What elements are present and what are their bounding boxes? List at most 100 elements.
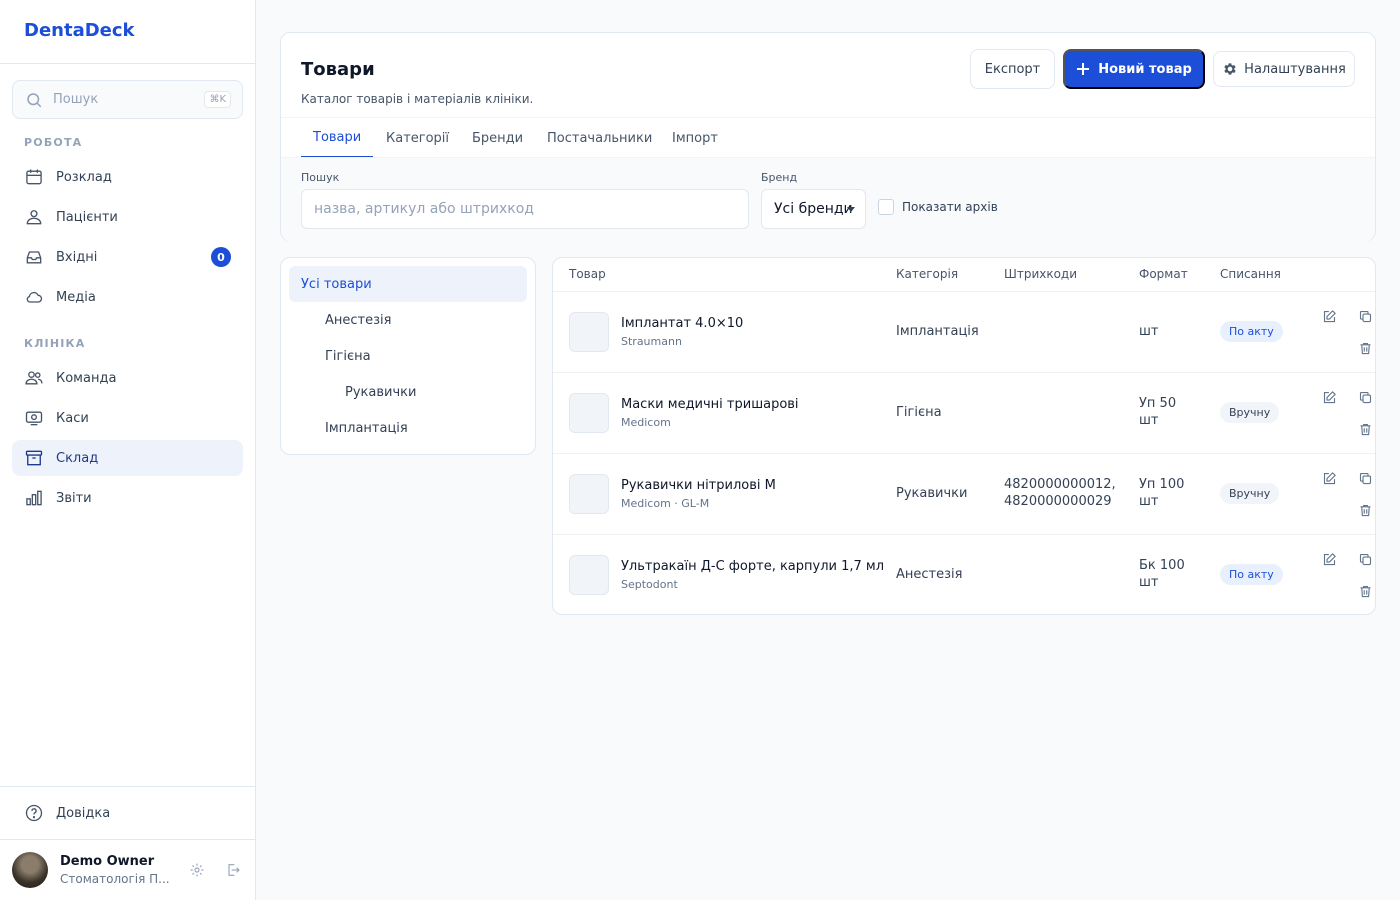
divider [0, 839, 255, 840]
products-table: Товар Категорія Штрихкоди Формат Списанн… [552, 257, 1376, 615]
archive-checkbox[interactable] [878, 199, 894, 215]
product-name: Рукавички нітрилові M [621, 478, 776, 493]
app-logo[interactable]: DentaDeck [0, 0, 255, 64]
trash-icon[interactable] [1356, 420, 1374, 438]
product-format-line-2: шт [1139, 575, 1159, 590]
table-header: Товар Категорія Штрихкоди Формат Списанн… [553, 258, 1375, 291]
product-brand: Medicom [621, 416, 671, 429]
edit-icon[interactable] [1320, 550, 1338, 568]
sidebar-search[interactable]: Пошук ⌘K [12, 80, 243, 119]
sidebar-item-label: Пацієнти [56, 209, 118, 225]
product-search-input[interactable]: назва, артикул або штрихкод [301, 189, 749, 229]
edit-icon[interactable] [1320, 307, 1338, 325]
product-brand: Straumann [621, 335, 682, 348]
edit-icon[interactable] [1320, 388, 1338, 406]
copy-icon[interactable] [1356, 469, 1374, 487]
help-circle-icon [24, 803, 44, 823]
chevron-down-icon [847, 207, 855, 212]
bar-chart-icon [24, 488, 44, 508]
edit-icon[interactable] [1320, 469, 1338, 487]
product-format: Бк 100 шт [1139, 557, 1185, 591]
column-header-product: Товар [569, 267, 606, 281]
sidebar-item-cash[interactable]: Каси [12, 400, 243, 436]
gear-icon[interactable] [187, 860, 207, 880]
trash-icon[interactable] [1356, 582, 1374, 600]
cloud-icon [24, 287, 44, 307]
user-name: Demo Owner [60, 854, 155, 869]
filter-bar: Пошук назва, артикул або штрихкод Бренд … [281, 157, 1375, 241]
new-product-label: Новий товар [1098, 61, 1192, 77]
sidebar-item-label: Звіти [56, 490, 92, 506]
avatar[interactable] [12, 852, 48, 888]
product-category: Рукавички [896, 486, 968, 501]
export-button[interactable]: Експорт [970, 49, 1055, 89]
product-format-line-1: Уп 100 [1139, 477, 1185, 492]
tree-item-anesthesia[interactable]: Анестезія [325, 302, 391, 338]
sidebar-item-help[interactable]: Довідка [12, 795, 243, 831]
product-thumbnail [569, 474, 609, 514]
product-brand: Medicom · GL-M [621, 497, 710, 510]
sidebar-search-placeholder: Пошук [53, 92, 99, 107]
tab-suppliers[interactable]: Постачальники [547, 118, 652, 158]
table-row[interactable]: Маски медичні тришарові Medicom Гігієна … [553, 372, 1375, 453]
tree-item-hygiene[interactable]: Гігієна [325, 338, 371, 374]
tab-products[interactable]: Товари [301, 118, 374, 158]
tree-item-implantation[interactable]: Імплантація [325, 410, 408, 446]
sidebar-item-label: Каси [56, 410, 89, 426]
column-header-category: Категорія [896, 267, 959, 281]
copy-icon[interactable] [1356, 388, 1374, 406]
tree-item-all[interactable]: Усі товари [289, 266, 527, 302]
writeoff-badge: Вручну [1220, 402, 1280, 423]
calendar-icon [24, 167, 44, 187]
sidebar-item-patients[interactable]: Пацієнти [12, 199, 243, 235]
table-row[interactable]: Імплантат 4.0×10 Straumann Імплантація ш… [553, 291, 1375, 372]
tab-categories[interactable]: Категорії [386, 118, 449, 158]
trash-icon[interactable] [1356, 501, 1374, 519]
plus-icon [1076, 62, 1090, 76]
logout-icon[interactable] [223, 860, 243, 880]
inbox-icon [24, 247, 44, 267]
copy-icon[interactable] [1356, 307, 1374, 325]
sidebar-item-warehouse[interactable]: Склад [12, 440, 243, 476]
tab-import[interactable]: Імпорт [672, 118, 718, 158]
cash-register-icon [24, 408, 44, 428]
search-shortcut: ⌘K [204, 91, 231, 108]
sidebar-item-inbox[interactable]: Вхідні 0 [12, 239, 243, 275]
table-row[interactable]: Ультракаїн Д-С форте, карпули 1,7 мл Sep… [553, 534, 1375, 614]
sidebar-item-schedule[interactable]: Розклад [12, 159, 243, 195]
product-format-line-2: шт [1139, 494, 1159, 509]
trash-icon[interactable] [1356, 339, 1374, 357]
users-icon [24, 368, 44, 388]
page-title: Товари [301, 59, 375, 80]
product-category: Імплантація [896, 324, 979, 339]
search-filter-label: Пошук [301, 171, 340, 184]
tabs: Товари Категорії Бренди Постачальники Ім… [281, 117, 1375, 158]
show-archive-toggle[interactable]: Показати архів [878, 199, 998, 215]
archive-checkbox-label: Показати архів [902, 200, 998, 214]
tab-brands[interactable]: Бренди [472, 118, 523, 158]
writeoff-badge: По акту [1220, 564, 1283, 585]
brand-select[interactable]: Усі бренди [761, 189, 866, 229]
sidebar-item-media[interactable]: Медіа [12, 279, 243, 315]
new-product-button[interactable]: Новий товар [1063, 49, 1205, 89]
product-brand: Septodont [621, 578, 678, 591]
copy-icon[interactable] [1356, 550, 1374, 568]
tree-item-gloves[interactable]: Рукавички [345, 374, 416, 410]
table-row[interactable]: Рукавички нітрилові M Medicom · GL-M Рук… [553, 453, 1375, 534]
user-icon [24, 207, 44, 227]
section-label-work: РОБОТА [24, 136, 83, 149]
inbox-count-badge: 0 [211, 247, 231, 267]
writeoff-badge: По акту [1220, 321, 1283, 342]
sidebar-item-team[interactable]: Команда [12, 360, 243, 396]
product-format: шт [1139, 324, 1159, 339]
sidebar-item-label: Довідка [56, 805, 111, 821]
sidebar-item-reports[interactable]: Звіти [12, 480, 243, 516]
brand-select-value: Усі бренди [774, 201, 853, 217]
product-name: Імплантат 4.0×10 [621, 316, 744, 331]
divider [0, 786, 255, 787]
product-format: Уп 50 шт [1139, 395, 1176, 429]
sidebar-item-label: Медіа [56, 289, 96, 305]
product-thumbnail [569, 312, 609, 352]
user-org: Стоматологія П... [60, 872, 170, 886]
settings-button[interactable]: Налаштування [1213, 51, 1355, 87]
